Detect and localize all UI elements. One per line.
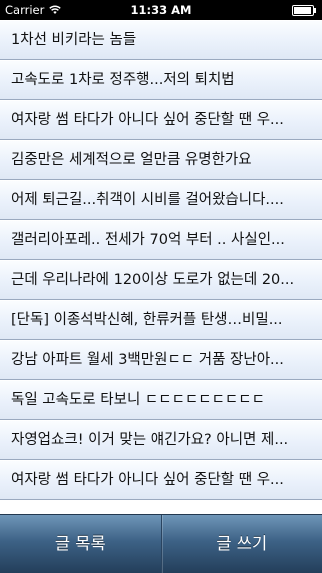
post-row[interactable]: 여자랑 썸 타다가 아니다 싶어 중단할 땐 우...	[0, 100, 322, 140]
bottom-toolbar: 글 목록 글 쓰기	[0, 514, 322, 573]
post-row[interactable]: 어제 퇴근길...취객이 시비를 걸어왔습니다....	[0, 180, 322, 220]
post-row[interactable]: 근데 우리나라에 120이상 도로가 없는데 20...	[0, 260, 322, 300]
post-row[interactable]: 고속도로 1차로 정주행...저의 퇴치법	[0, 60, 322, 100]
status-bar: Carrier 11:33 AM	[0, 0, 322, 20]
post-list-button[interactable]: 글 목록	[0, 515, 161, 573]
post-row[interactable]: 1차선 비키라는 놈들	[0, 20, 322, 60]
post-list: 1차선 비키라는 놈들고속도로 1차로 정주행...저의 퇴치법여자랑 썸 타다…	[0, 20, 322, 514]
write-post-button[interactable]: 글 쓰기	[162, 515, 322, 573]
post-row[interactable]: 여자랑 썸 타다가 아니다 싶어 중단할 땐 우...	[0, 460, 322, 500]
post-row[interactable]: 자영업쇼크! 이거 맞는 얘긴가요? 아니면 제...	[0, 420, 322, 460]
post-row[interactable]: [단독] 이종석박신혜, 한류커플 탄생…비밀...	[0, 300, 322, 340]
post-row[interactable]: 갤러리아포레.. 전세가 70억 부터 .. 사실인...	[0, 220, 322, 260]
post-row[interactable]: 독일 고속도로 타보니 ㄷㄷㄷㄷㄷㄷㄷㄷㄷ	[0, 380, 322, 420]
post-row[interactable]: 김중만은 세계적으로 얼만큼 유명한가요	[0, 140, 322, 180]
post-row[interactable]: 강남 아파트 월세 3백만원ㄷㄷ 거품 장난아...	[0, 340, 322, 380]
battery-icon	[292, 5, 316, 16]
clock: 11:33 AM	[0, 3, 322, 17]
